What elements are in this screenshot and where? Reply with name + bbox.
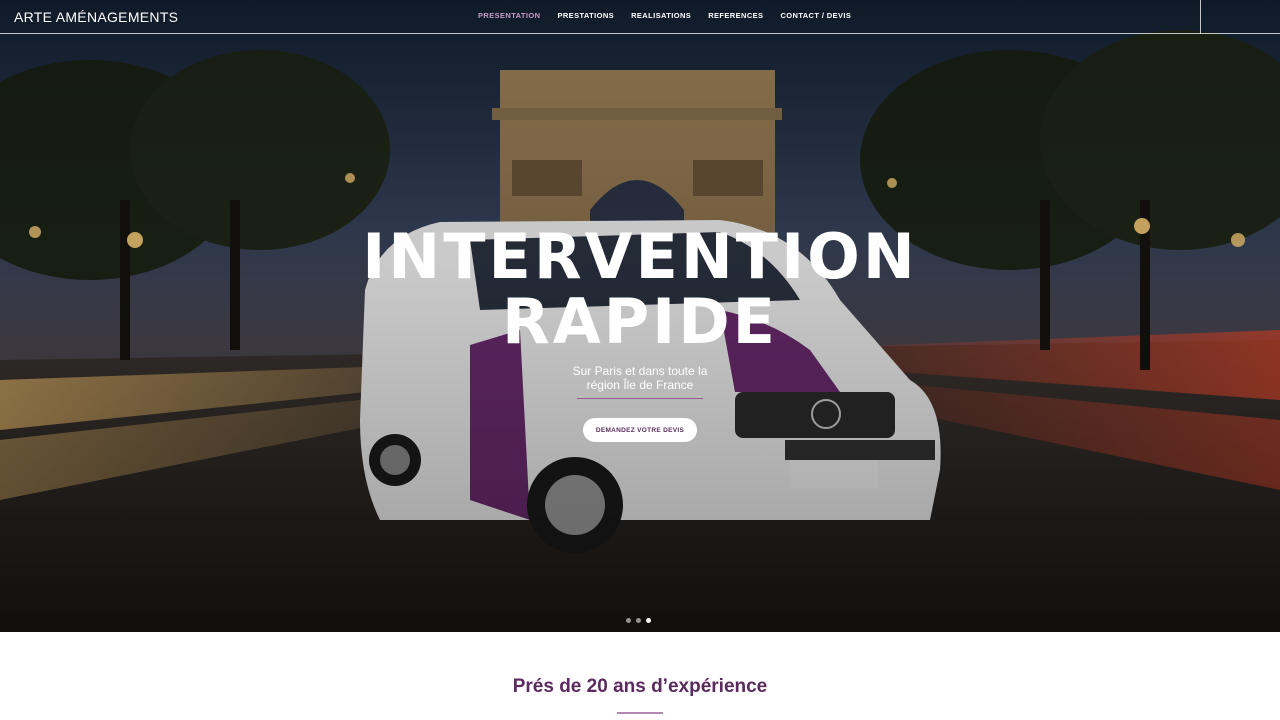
site-logo[interactable]: ARTE AMÉNAGEMENTS [14,9,178,25]
top-navigation-bar: ARTE AMÉNAGEMENTS PRESENTATION PRESTATIO… [0,0,1280,34]
hero-divider [577,398,703,399]
hero-headline-line2: RAPIDE [501,285,779,358]
slider-dot-1[interactable] [626,618,631,623]
nav-divider [1200,0,1201,34]
nav-item-references[interactable]: REFERENCES [708,11,763,20]
nav-item-presentation[interactable]: PRESENTATION [478,11,540,20]
slider-dot-3[interactable] [646,618,651,623]
slider-pagination [626,618,651,623]
main-nav: PRESENTATION PRESTATIONS REALISATIONS RE… [478,11,868,20]
nav-item-prestations[interactable]: PRESTATIONS [557,11,614,20]
hero-subtitle-line1: Sur Paris et dans toute la [572,364,708,378]
section-title: Prés de 20 ans d’expérience [512,676,768,697]
slider-dot-2[interactable] [636,618,641,623]
nav-item-realisations[interactable]: REALISATIONS [631,11,691,20]
section-divider [617,712,663,714]
hero-headline-line1: INTERVENTION [362,220,918,293]
request-quote-button[interactable]: DEMANDEZ VOTRE DEVIS [583,418,697,442]
nav-item-contact-devis[interactable]: CONTACT / DEVIS [780,11,851,20]
hero-subtitle-line2: région Île de France [586,378,694,392]
